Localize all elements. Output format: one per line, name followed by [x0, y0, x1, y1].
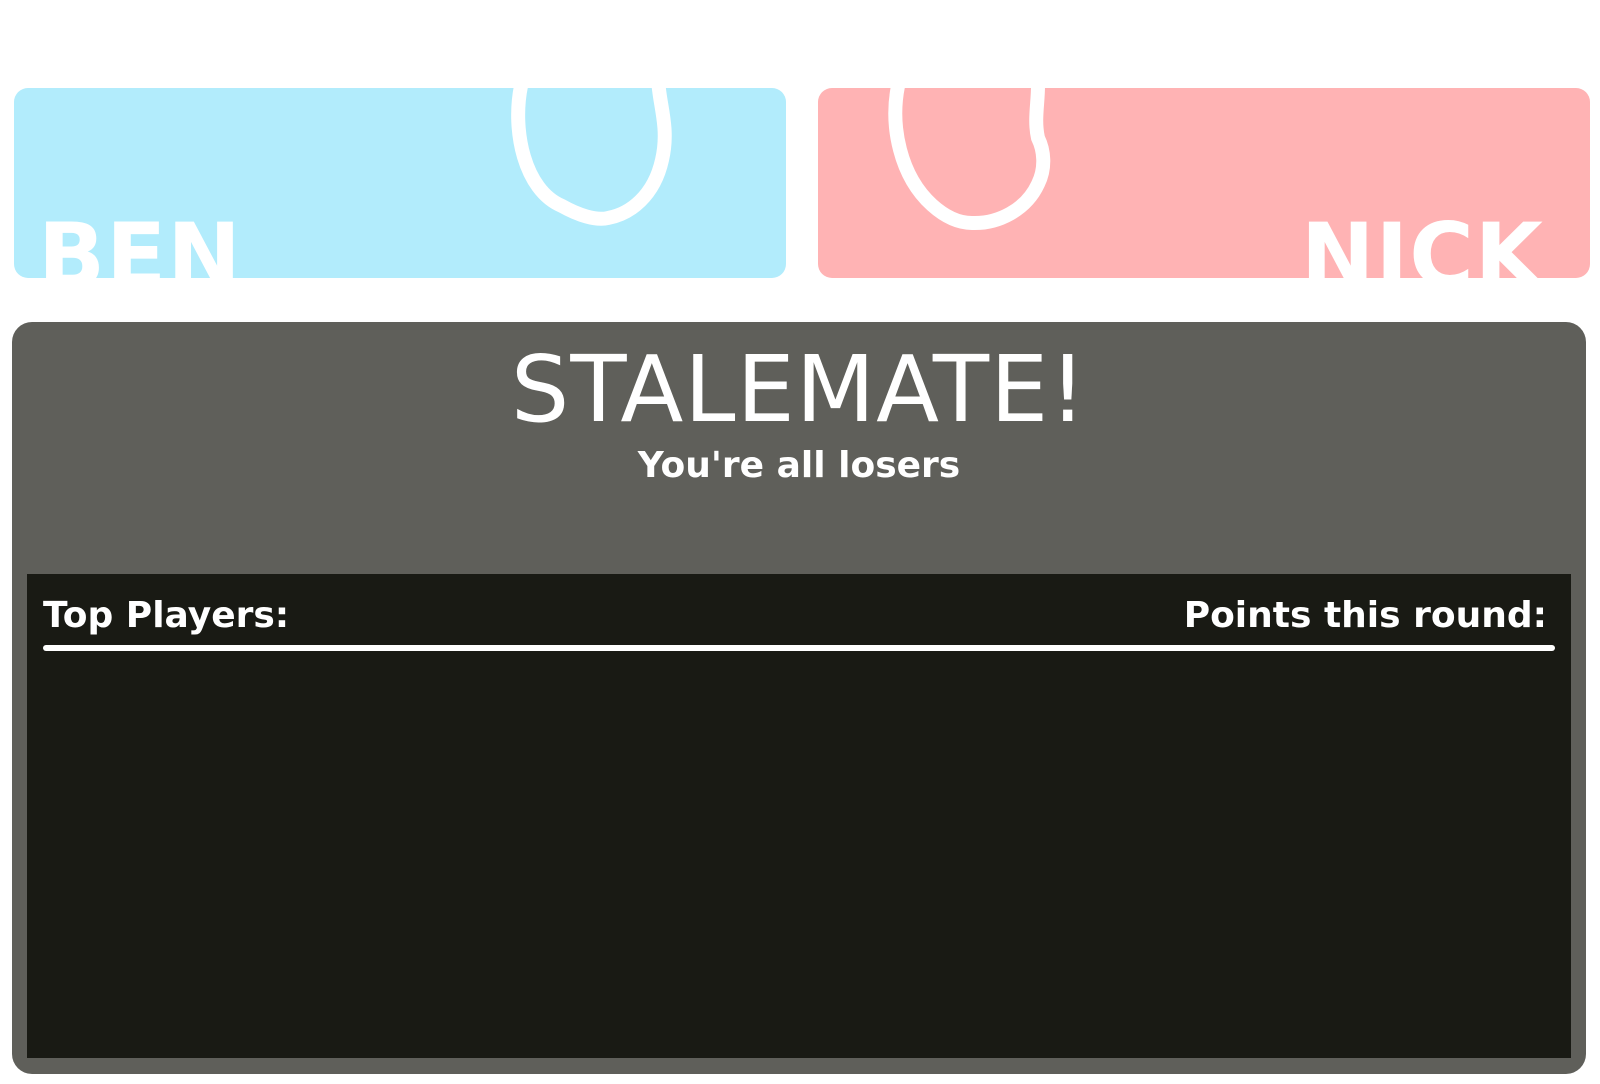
team-nick-name: NICK: [1300, 204, 1544, 279]
leaderboard-panel: Top Players: Points this round:: [27, 574, 1571, 1058]
leaderboard-points-header: Points this round:: [1183, 595, 1547, 636]
leaderboard-header-divider: [43, 645, 1555, 651]
score-ben-digit: 0: [504, 0, 724, 240]
leaderboard-top-players-header: Top Players:: [43, 595, 290, 636]
team-ben-name: BEN: [38, 204, 242, 279]
result-title: STALEMATE!: [510, 336, 1088, 443]
score-nick-digit: 0: [880, 0, 1100, 240]
result-subtitle: You're all losers: [637, 445, 961, 486]
round-result-panel: STALEMATE! You're all losers Top Players…: [12, 322, 1586, 1074]
